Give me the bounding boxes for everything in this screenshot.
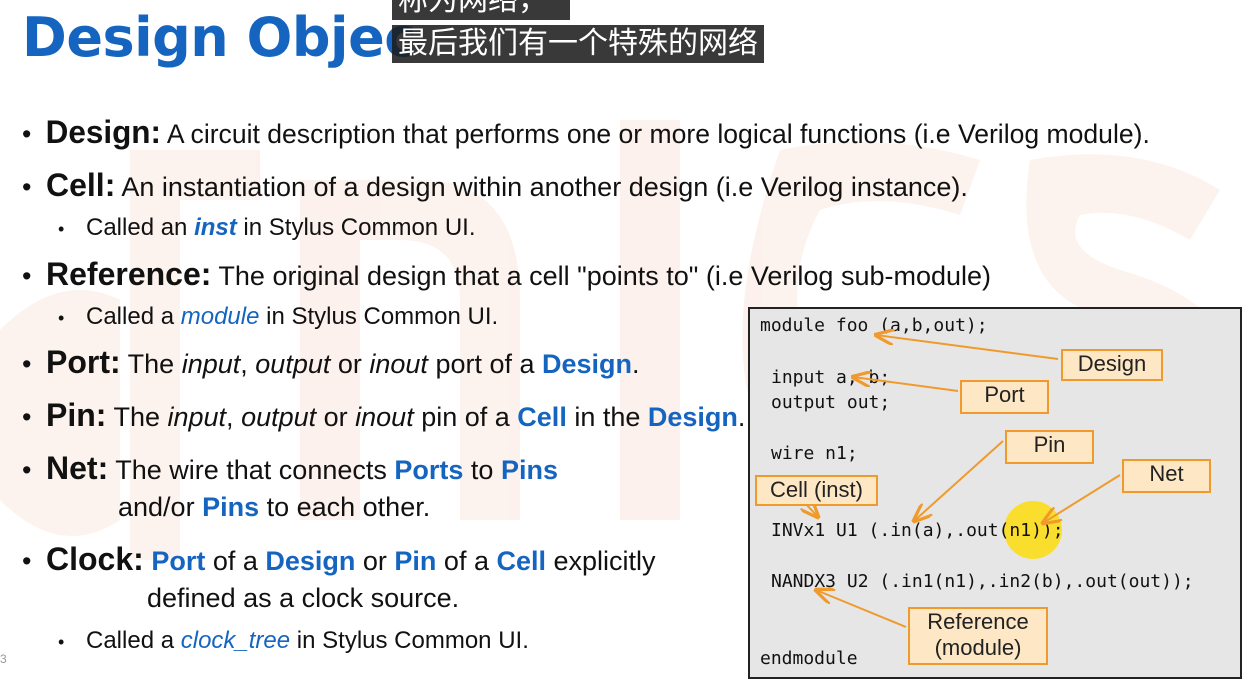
net-text-2: to <box>463 455 501 485</box>
subbullet-clock-post: in Stylus Common UI. <box>290 627 529 654</box>
net-text-1: The wire that connects <box>115 455 395 485</box>
pin-cell: Cell <box>517 402 567 432</box>
subbullet-module-post: in Stylus Common UI. <box>259 303 499 330</box>
port-output: output <box>255 349 331 379</box>
arrow-reference <box>816 590 907 628</box>
pin-input: input <box>167 402 227 432</box>
subbullet-module-pre: Called a <box>86 303 181 330</box>
term-cell: Cell: <box>46 167 116 203</box>
label-pin: Pin <box>1005 430 1094 464</box>
net-cont-pins: Pins <box>202 492 260 522</box>
pin-text-4: pin of a <box>413 402 518 432</box>
label-port: Port <box>960 380 1049 414</box>
term-design: Design: <box>45 114 162 150</box>
page-number: 3 <box>0 652 7 666</box>
clock-text-3: of a <box>436 546 497 576</box>
subbullet-module-em: module <box>180 303 260 330</box>
port-text-1: The <box>127 349 182 379</box>
pin-inout: inout <box>355 402 414 432</box>
port-text-3: or <box>330 349 370 379</box>
clock-design: Design <box>265 546 356 576</box>
pin-text-1: The <box>113 402 168 432</box>
bullet-cell-text: An instantiation of a design within anot… <box>121 172 968 202</box>
clock-text-4: explicitly <box>546 546 656 576</box>
port-inout: inout <box>369 349 428 379</box>
pin-text-3: or <box>316 402 356 432</box>
label-design: Design <box>1061 349 1163 381</box>
clock-port: Port <box>151 546 206 576</box>
subbullet-inst-pre: Called an <box>86 214 195 241</box>
bullet-design-text: A circuit description that performs one … <box>166 119 1150 149</box>
clock-text-1: of a <box>205 546 266 576</box>
net-pins: Pins <box>500 455 558 485</box>
term-clock: Clock: <box>46 541 144 577</box>
subbullet-inst-post: in Stylus Common UI. <box>236 214 476 241</box>
pin-text-6: . <box>737 402 746 432</box>
code-panel: module foo (a,b,out); input a, b; output… <box>748 307 1242 679</box>
clock-cell: Cell <box>496 546 546 576</box>
term-pin: Pin: <box>46 397 107 433</box>
label-net: Net <box>1122 459 1211 493</box>
port-text-2: , <box>240 349 256 379</box>
subbullet-clock-pre: Called a <box>86 627 181 654</box>
pin-design: Design <box>647 402 738 432</box>
term-net: Net: <box>46 450 109 486</box>
page-title: Design Objec <box>22 6 416 69</box>
net-cont-text-2: to each other. <box>259 492 431 522</box>
bullet-reference: • Reference: The original design that a c… <box>22 256 992 292</box>
port-text-5: . <box>632 349 640 379</box>
subbullet-inst: • Called an inst in Stylus Common UI. <box>58 214 476 241</box>
subbullet-clock-em: clock_tree <box>180 627 291 654</box>
pin-text-2: , <box>226 402 242 432</box>
clock-continuation: defined as a clock source. <box>147 583 460 613</box>
subtitle-line-2: 最后我们有一个特殊的网络 <box>392 25 764 63</box>
term-reference: Reference: <box>46 256 212 292</box>
subbullet-inst-em: inst <box>194 214 237 241</box>
clock-pin: Pin <box>394 546 437 576</box>
port-input: input <box>181 349 241 379</box>
bullet-net: • Net: The wire that connects Ports to Pi… <box>22 450 558 486</box>
subbullet-module: • Called a module in Stylus Common UI. <box>58 303 499 330</box>
subbullet-clock-tree: • Called a clock_tree in Stylus Common UI… <box>58 627 529 654</box>
arrow-net <box>1043 474 1121 523</box>
port-design: Design <box>542 349 633 379</box>
bullet-design: • Design: A circuit description that perf… <box>22 114 1150 150</box>
net-cont-text-1: and/or <box>118 492 203 522</box>
net-ports: Ports <box>394 455 464 485</box>
label-cell-inst: Cell (inst) <box>755 475 878 506</box>
bullet-reference-text: The original design that a cell "points … <box>218 261 992 291</box>
arrow-port <box>853 377 959 392</box>
subtitle-line-1: 称为网络， <box>392 0 570 20</box>
label-reference-line1: Reference <box>927 609 1029 634</box>
clock-text-2: or <box>355 546 395 576</box>
label-reference-line2: (module) <box>934 635 1022 660</box>
term-port: Port: <box>46 344 121 380</box>
pin-output: output <box>241 402 317 432</box>
pin-text-5: in the <box>566 402 648 432</box>
arrow-design <box>876 335 1059 360</box>
port-text-4: port of a <box>427 349 543 379</box>
arrow-pin <box>914 440 1004 521</box>
bullet-pin: • Pin: The input, output or inout pin of … <box>22 397 746 433</box>
label-reference: Reference (module) <box>908 607 1048 665</box>
bullet-cell: • Cell: An instantiation of a design with… <box>22 167 968 203</box>
bullet-clock: • Clock: Port of a Design or Pin of a Cel… <box>22 541 656 577</box>
bullet-port: • Port: The input, output or inout port o… <box>22 344 640 380</box>
net-continuation: and/or Pins to each other. <box>118 492 430 523</box>
